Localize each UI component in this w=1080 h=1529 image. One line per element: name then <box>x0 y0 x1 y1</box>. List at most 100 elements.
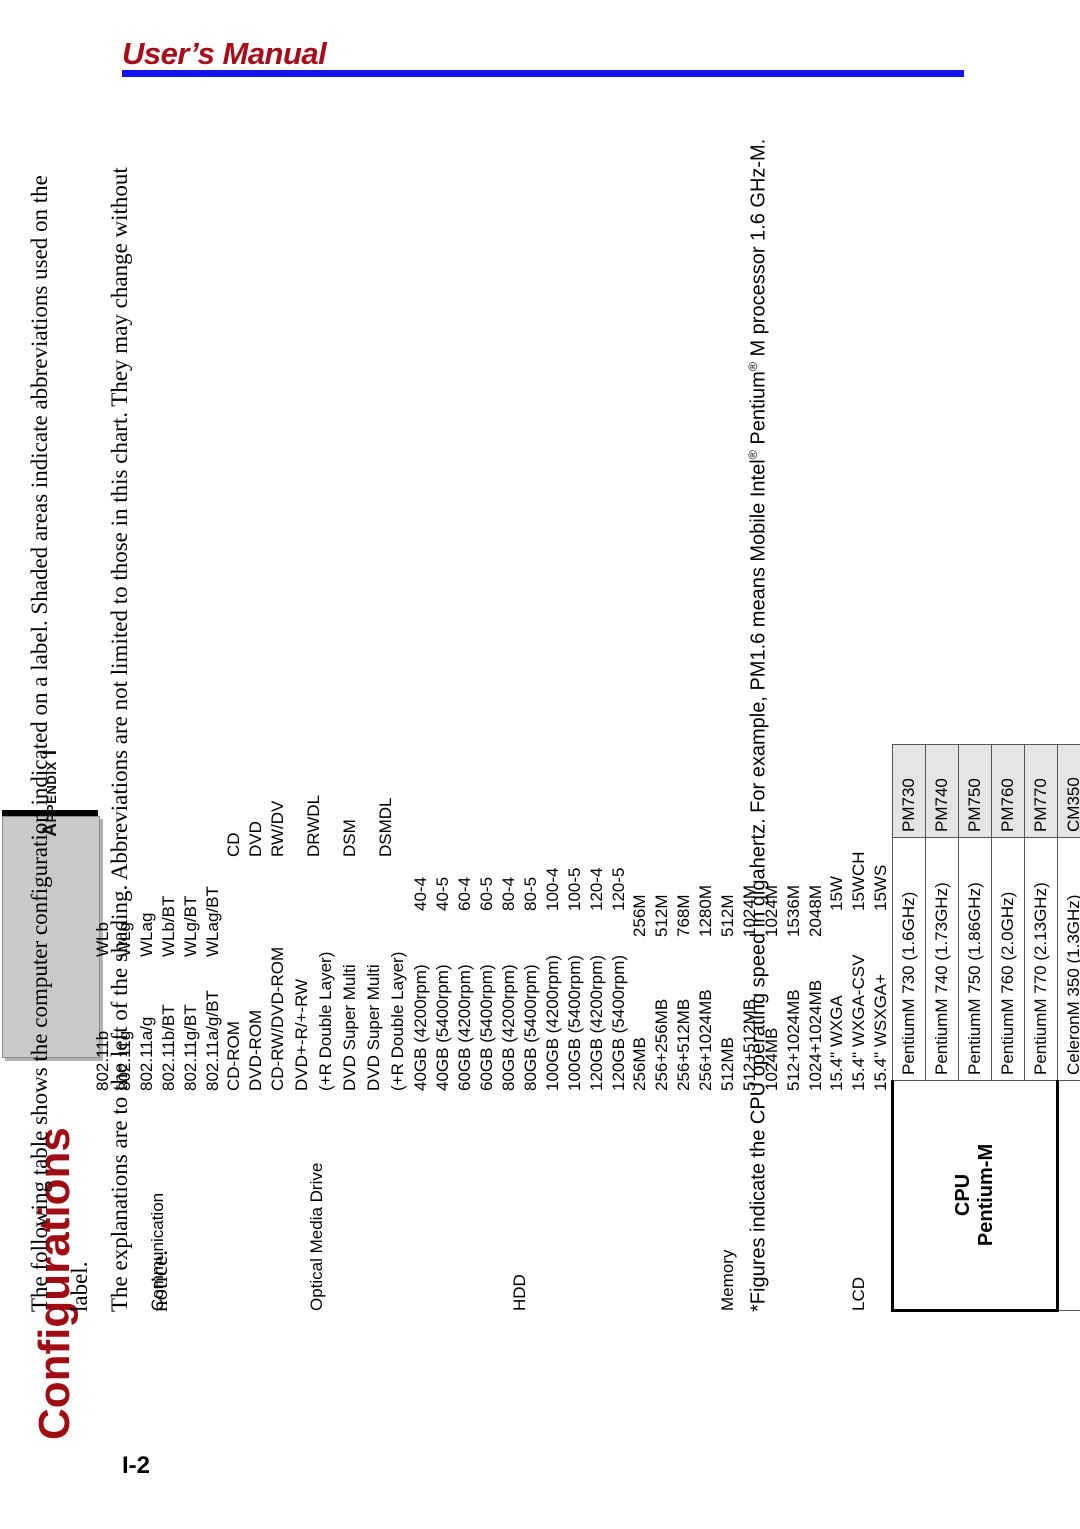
table-row: HDD 40GB (4200rpm) 40-4 <box>410 854 529 1312</box>
cpu-pentium-desc-3: PentiumM 760 (2.0GHz) <box>991 837 1025 1081</box>
hdd-desc-4: 80GB (4200rpm) <box>499 964 518 1091</box>
cpu-pentium-abbr-0: PM730 <box>892 744 926 838</box>
communication-desc-4: 802.11g/BT <box>181 1004 200 1091</box>
lcd-abbr-1: 15WCH <box>849 851 868 911</box>
communication-desc-3: 802.11b/BT <box>159 1004 178 1091</box>
hdd-abbr-0: 40-4 <box>411 876 430 911</box>
memory-table: Memory 256MB 256M 256+256MB 512M 256+512M… <box>629 866 827 1312</box>
group-header-cpu-sub-pentium: Pentium-M <box>975 1143 997 1247</box>
group-header-communication: Communication <box>148 1192 167 1311</box>
memory-abbr-2: 768M <box>674 894 693 937</box>
hdd-desc-7: 100GB (5400rpm) <box>565 954 584 1091</box>
header-rule <box>122 70 964 77</box>
optical-desc-0: CD-ROM <box>224 1021 243 1091</box>
cpu-pentium-desc-1: PentiumM 740 (1.73GHz) <box>925 837 959 1081</box>
communication-abbr-3: WLb/BT <box>159 895 178 957</box>
lcd-desc-2: 15.4" WSXGA+ <box>871 973 890 1091</box>
communication-desc-0: 802.11b <box>93 1030 112 1091</box>
lcd-table: LCD 15.4" WXGA 15W 15.4" WXGA-CSV 15WCH … <box>826 838 892 1312</box>
cpu-celeron-abbr-0: CM350 <box>1057 744 1080 838</box>
memory-abbr-1: 512M <box>652 894 671 937</box>
optical-abbr-4: DSM <box>340 819 359 857</box>
hdd-abbr-5: 80-5 <box>521 876 540 911</box>
communication-desc-1: 802.11g <box>115 1030 134 1091</box>
cpu-pentium-desc-4: PentiumM 770 (2.13GHz) <box>1024 837 1058 1081</box>
registered-mark-icon-2: ® <box>746 362 760 372</box>
group-header-cpu-label: CPU <box>952 1173 974 1217</box>
hdd-abbr-3: 60-5 <box>477 876 496 911</box>
memory-desc-2: 256+512MB <box>674 998 693 1091</box>
cpu-pentium-desc-2: PentiumM 750 (1.86GHz) <box>958 837 992 1081</box>
group-header-cpu-sub-celeron: Celeron-M <box>1057 1080 1080 1311</box>
cpu-celeron-desc-0: CeleronM 350 (1.3GHz) <box>1057 837 1080 1081</box>
hdd-table: HDD 40GB (4200rpm) 40-4 40GB (5400rpm) 40… <box>410 854 630 1312</box>
lcd-abbr-2: 15WS <box>871 864 890 911</box>
table-row: LCD 15.4" WXGA 15W <box>826 838 868 1312</box>
table-row: Communication 802.11b WLb <box>92 878 167 1312</box>
communication-abbr-0: WLb <box>93 922 112 957</box>
optical-desc-5-line1: DVD Super Multi <box>364 964 383 1091</box>
table-row: Celeron-M CeleronM 350 (1.3GHz) CM350 <box>1057 734 1080 1311</box>
footnote: *Figures indicate the CPU operating spee… <box>735 132 777 1312</box>
lcd-desc-0: 15.4" WXGA <box>827 995 846 1091</box>
cpu-pentium-abbr-4: PM770 <box>1024 744 1058 838</box>
cpu-pentium-desc-0: PentiumM 730 (1.6GHz) <box>892 837 926 1081</box>
memory-desc-0: 256MB <box>630 1037 649 1091</box>
group-header-lcd: LCD <box>849 1276 868 1311</box>
cpu-pentium-abbr-3: PM760 <box>991 744 1025 838</box>
memory-abbr-7: 1536M <box>784 885 803 937</box>
group-header-optical: Optical Media Drive <box>307 1162 326 1311</box>
lcd-desc-1: 15.4" WXGA-CSV <box>849 954 868 1091</box>
cpu-pentium-abbr-2: PM750 <box>958 744 992 838</box>
footnote-suffix: M processor 1.6 GHz-M. <box>747 138 770 363</box>
memory-desc-8: 1024+1024MB <box>806 979 825 1091</box>
group-header-hdd: HDD <box>510 1274 529 1311</box>
communication-abbr-1: WLg <box>115 922 134 957</box>
hdd-desc-1: 40GB (5400rpm) <box>433 964 452 1091</box>
optical-desc-5-line2: (+R Double Layer) <box>388 951 407 1091</box>
optical-desc-4: DVD Super Multi <box>340 964 359 1091</box>
memory-abbr-8: 2048M <box>806 885 825 937</box>
optical-abbr-5: DSMDL <box>376 797 395 857</box>
optical-desc-5: DVD Super Multi (+R Double Layer) <box>361 858 411 1092</box>
table-row: Memory 256MB 256M <box>629 866 737 1312</box>
hdd-abbr-9: 120-5 <box>609 867 628 911</box>
rotated-page-body: Configurations The following table shows… <box>0 110 1080 1440</box>
memory-desc-1: 256+256MB <box>652 998 671 1091</box>
optical-abbr-0: CD <box>224 832 243 857</box>
group-header-memory: Memory <box>718 1249 737 1311</box>
communication-desc-2: 802.11a/g <box>137 1016 156 1091</box>
hdd-desc-8: 120GB (4200rpm) <box>587 954 606 1091</box>
communication-desc-5: 802.11a/g/BT <box>203 990 222 1091</box>
page-header-title: User’s Manual <box>122 36 327 71</box>
table-filler <box>892 734 1080 745</box>
configurations-table: CPU Pentium-M PentiumM 730 (1.6GHz) PM73… <box>891 734 1080 1312</box>
optical-desc-1: DVD-ROM <box>246 1009 265 1091</box>
registered-mark-icon: ® <box>746 450 760 460</box>
memory-desc-3: 256+1024MB <box>696 989 715 1091</box>
intro-paragraph-1: The following table shows the computer c… <box>27 175 92 1312</box>
optical-desc-3-line1: DVD+-R/+-RW <box>292 978 311 1091</box>
communication-abbr-5: WLag/BT <box>203 886 222 957</box>
optical-abbr-3: DRWDL <box>304 794 323 857</box>
hdd-desc-0: 40GB (4200rpm) <box>411 964 430 1091</box>
memory-desc-7: 512+1024MB <box>784 989 803 1091</box>
footnote-prefix: *Figures indicate the CPU operating spee… <box>747 459 770 1312</box>
hdd-desc-3: 60GB (5400rpm) <box>477 964 496 1091</box>
memory-abbr-0: 256M <box>630 894 649 937</box>
optical-desc-3: DVD+-R/+-RW (+R Double Layer) <box>289 858 339 1092</box>
optical-abbr-1: DVD <box>246 821 265 857</box>
footnote-mid: Pentium <box>747 371 770 451</box>
optical-desc-3-line2: (+R Double Layer) <box>316 951 335 1091</box>
optical-media-drive-table: Optical Media Drive CD-ROM CD DVD-ROM DV… <box>223 786 411 1312</box>
hdd-abbr-4: 80-4 <box>499 876 518 911</box>
communication-abbr-4: WLg/BT <box>181 895 200 957</box>
optical-desc-2: CD-RW/DVD-ROM <box>268 946 287 1091</box>
table-row: Optical Media Drive CD-ROM CD <box>223 786 326 1312</box>
lcd-abbr-0: 15W <box>827 876 846 911</box>
page-number: I-2 <box>122 1452 151 1479</box>
group-header-cpu: CPU Pentium-M <box>892 1080 1058 1311</box>
table-row: CPU Pentium-M PentiumM 730 (1.6GHz) PM73… <box>892 734 1080 1311</box>
hdd-desc-9: 120GB (5400rpm) <box>609 954 628 1091</box>
communication-table: Communication 802.11b WLb 802.11g WLg 802… <box>92 878 224 1312</box>
